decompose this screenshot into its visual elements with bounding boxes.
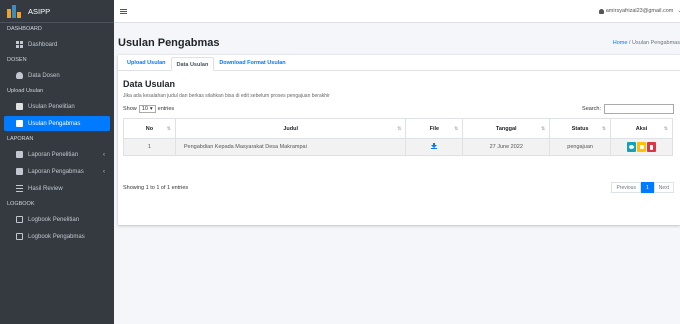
sort-icon: ⇅ xyxy=(601,126,607,132)
cell-status: pengajuan xyxy=(549,138,612,156)
sort-icon: ⇅ xyxy=(166,126,171,132)
cell-tanggal: 27 June 2022 xyxy=(462,138,551,156)
next-page-button[interactable]: Next xyxy=(653,182,674,193)
cell-aksi xyxy=(610,138,673,156)
topbar: amirsyafrizal23@gmail.com ⌄ xyxy=(114,0,680,23)
search-input[interactable] xyxy=(604,104,674,114)
breadcrumb-current: Usulan Pengabmas xyxy=(631,40,680,46)
file-icon xyxy=(16,103,23,110)
trash-icon xyxy=(650,144,654,150)
search-label: Search: xyxy=(582,106,601,112)
user-menu[interactable]: amirsyafrizal23@gmail.com ⌄ xyxy=(598,8,680,14)
edit-icon xyxy=(639,145,644,149)
sidebar-item-usulan-penelitian[interactable]: Usulan Penelitian xyxy=(4,99,110,114)
list-icon xyxy=(16,185,23,192)
breadcrumb-separator: / xyxy=(628,40,631,46)
eye-icon xyxy=(629,145,635,149)
nav-header-logbook: LOGBOOK xyxy=(7,201,35,207)
chevron-down-icon: ▾ xyxy=(149,106,153,112)
sidebar-item-laporan-penelitian[interactable]: Laporan Penelitian ‹ xyxy=(4,147,110,162)
user-icon xyxy=(598,8,604,14)
sidebar-item-laporan-pengabmas[interactable]: Laporan Pengabmas ‹ xyxy=(4,164,110,179)
entries-length-control: Show 10 ▾ entries xyxy=(123,105,174,113)
entries-select-value: 10 xyxy=(141,106,148,112)
delete-button[interactable] xyxy=(647,142,657,152)
page-title: Usulan Pengabmas xyxy=(118,37,220,49)
brand[interactable]: ASIPP xyxy=(0,0,114,23)
nav-header-dosen: DOSEN xyxy=(7,57,27,63)
chevron-left-icon: ‹ xyxy=(103,168,105,175)
main-content: Usulan Pengabmas Home / Usulan Pengabmas… xyxy=(114,23,680,324)
download-icon[interactable] xyxy=(431,143,438,149)
edit-icon xyxy=(16,216,23,223)
cell-file xyxy=(405,138,464,156)
tab-data-usulan[interactable]: Data Usulan xyxy=(170,57,215,71)
nav-header-upload-usulan: Upload Usulan xyxy=(7,88,44,94)
sidebar-item-label: Dashboard xyxy=(28,41,58,48)
sidebar-item-label: Hasil Review xyxy=(28,185,63,192)
view-button[interactable] xyxy=(627,142,637,152)
entries-label: entries xyxy=(157,106,175,112)
edit-note: Jika ada kesalahan judul dan berkas sila… xyxy=(123,93,330,99)
check-square-icon xyxy=(16,168,23,175)
show-label: Show xyxy=(123,106,137,112)
table-header-row: No ⇅ Judul ⇅ File ⇅ Tanggal ⇅ Status ⇅ Aksi ⇅ xyxy=(123,118,673,139)
brand-name: ASIPP xyxy=(28,6,51,16)
tab-bar: Upload Usulan Data Usulan Download Forma… xyxy=(118,55,680,71)
user-email: amirsyafrizal23@gmail.com xyxy=(605,8,674,14)
nav-header-dashboard: DASHBOARD xyxy=(7,26,42,32)
column-header-aksi[interactable]: Aksi ⇅ xyxy=(610,118,673,139)
sidebar-item-label: Laporan Penelitian xyxy=(28,151,79,158)
pagination: Previous 1 Next xyxy=(611,182,674,193)
logo-icon xyxy=(7,4,22,18)
section-title: Data Usulan xyxy=(123,79,176,89)
tab-download-format-usulan[interactable]: Download Format Usulan xyxy=(214,56,290,70)
sidebar-item-label: Logbook Pengabmas xyxy=(28,233,85,240)
sidebar-item-hasil-review[interactable]: Hasil Review xyxy=(4,181,110,196)
sidebar-item-label: Usulan Penelitian xyxy=(28,103,75,110)
page-1-button[interactable]: 1 xyxy=(640,182,654,193)
tab-upload-usulan[interactable]: Upload Usulan xyxy=(122,56,171,70)
sort-icon: ⇅ xyxy=(663,126,668,132)
sort-icon: ⇅ xyxy=(454,126,459,132)
sidebar: ASIPP DASHBOARD Dashboard DOSEN Data Dos… xyxy=(0,0,114,324)
nav-header-laporan: LAPORAN xyxy=(7,136,34,142)
table-row: 1 Pengabdian Kepada Masyarakat Desa Makr… xyxy=(123,138,673,156)
column-header-status[interactable]: Status ⇅ xyxy=(549,118,612,139)
sidebar-item-label: Data Dosen xyxy=(28,72,60,79)
sidebar-item-label: Logbook Penelitian xyxy=(28,216,80,223)
usulan-card: Upload Usulan Data Usulan Download Forma… xyxy=(118,55,680,225)
sidebar-item-usulan-pengabmas[interactable]: Usulan Pengabmas xyxy=(4,116,110,131)
file-icon xyxy=(16,120,23,127)
breadcrumb-home-link[interactable]: Home xyxy=(613,40,628,46)
sort-icon: ⇅ xyxy=(397,126,402,132)
column-header-tanggal[interactable]: Tanggal ⇅ xyxy=(462,118,551,139)
table-info: Showing 1 to 1 of 1 entries xyxy=(123,185,189,191)
hamburger-menu-icon[interactable] xyxy=(120,8,127,14)
sidebar-item-label: Laporan Pengabmas xyxy=(28,168,84,175)
sidebar-item-data-dosen[interactable]: Data Dosen xyxy=(4,68,110,83)
sidebar-item-label: Usulan Pengabmas xyxy=(28,120,81,127)
entries-select[interactable]: 10 ▾ xyxy=(138,105,156,113)
breadcrumb: Home / Usulan Pengabmas xyxy=(613,40,680,46)
sidebar-item-dashboard[interactable]: Dashboard xyxy=(4,37,110,52)
edit-icon xyxy=(16,233,23,240)
sidebar-item-logbook-penelitian[interactable]: Logbook Penelitian xyxy=(4,212,110,227)
column-header-judul[interactable]: Judul ⇅ xyxy=(174,118,407,139)
chevron-left-icon: ‹ xyxy=(103,151,105,158)
search-control: Search: xyxy=(582,104,674,114)
grid-icon xyxy=(16,41,23,48)
edit-button[interactable] xyxy=(637,142,647,152)
cell-judul: Pengabdian Kepada Masyarakat Desa Makram… xyxy=(174,138,407,156)
previous-page-button[interactable]: Previous xyxy=(611,182,641,193)
usulan-table: No ⇅ Judul ⇅ File ⇅ Tanggal ⇅ Status ⇅ Aksi ⇅ … xyxy=(123,118,673,156)
column-header-file[interactable]: File ⇅ xyxy=(405,118,464,139)
cell-no: 1 xyxy=(123,138,176,156)
sort-icon: ⇅ xyxy=(540,126,546,132)
check-square-icon xyxy=(16,151,23,158)
users-icon xyxy=(16,72,23,79)
column-header-no[interactable]: No ⇅ xyxy=(123,118,176,139)
sidebar-item-logbook-pengabmas[interactable]: Logbook Pengabmas xyxy=(4,229,110,244)
